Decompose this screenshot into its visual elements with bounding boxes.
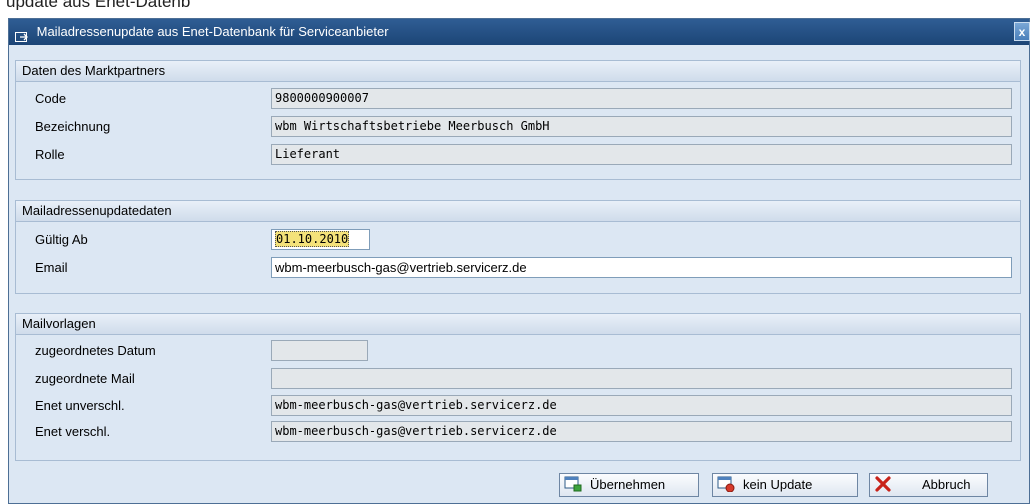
group-marktpartner: Daten des Marktpartners Code 98000009000… <box>15 60 1021 180</box>
code-field: 9800000900007 <box>271 88 1012 109</box>
title-bar[interactable]: Mailadressenupdate aus Enet-Datenbank fü… <box>9 19 1030 45</box>
group-header: Daten des Marktpartners <box>16 61 1020 82</box>
group-updatedaten: Mailadressenupdatedaten Gültig Ab 01.10.… <box>15 200 1021 294</box>
enet-verschl-field: wbm-meerbusch-gas@vertrieb.servicerz.de <box>271 421 1012 442</box>
zugeordnete-mail-field <box>271 368 1012 389</box>
group-mailvorlagen: Mailvorlagen zugeordnetes Datum zugeordn… <box>15 313 1021 461</box>
no-update-icon <box>717 476 735 493</box>
zugeordnetes-datum-label: zugeordnetes Datum <box>35 343 156 358</box>
dialog-window: Mailadressenupdate aus Enet-Datenbank fü… <box>8 18 1030 504</box>
code-label: Code <box>35 91 67 106</box>
enet-unverschl-label: Enet unverschl. <box>35 398 125 413</box>
uebernehmen-button[interactable]: Übernehmen <box>559 473 699 497</box>
zugeordnetes-datum-field <box>271 340 368 361</box>
abbruch-label: Abbruch <box>922 477 971 492</box>
bezeichnung-label: Bezeichnung <box>35 119 111 134</box>
close-button[interactable]: x <box>1014 22 1030 41</box>
cancel-x-icon <box>874 476 892 492</box>
group-header: Mailadressenupdatedaten <box>16 201 1020 222</box>
email-label: Email <box>35 260 68 275</box>
rolle-field: Lieferant <box>271 144 1012 165</box>
enet-verschl-label: Enet verschl. <box>35 424 111 439</box>
background-window-text: update aus Enet-Datenb <box>6 0 191 10</box>
gueltig-ab-input[interactable]: 01.10.2010 <box>271 229 370 250</box>
kein-update-button[interactable]: kein Update <box>712 473 858 497</box>
enet-unverschl-field: wbm-meerbusch-gas@vertrieb.servicerz.de <box>271 395 1012 416</box>
abbruch-button[interactable]: Abbruch <box>869 473 988 497</box>
kein-update-label: kein Update <box>743 477 813 492</box>
email-input[interactable]: wbm-meerbusch-gas@vertrieb.servicerz.de <box>271 257 1012 278</box>
gueltig-ab-value: 01.10.2010 <box>275 231 350 247</box>
window-icon <box>15 26 29 42</box>
apply-icon <box>564 476 582 492</box>
window-title: Mailadressenupdate aus Enet-Datenbank fü… <box>36 24 389 39</box>
uebernehmen-label: Übernehmen <box>590 477 666 492</box>
rolle-label: Rolle <box>35 147 65 162</box>
gueltig-ab-label: Gültig Ab <box>35 232 88 247</box>
bezeichnung-field: wbm Wirtschaftsbetriebe Meerbusch GmbH <box>271 116 1012 137</box>
zugeordnete-mail-label: zugeordnete Mail <box>35 371 135 386</box>
group-header: Mailvorlagen <box>16 314 1020 335</box>
